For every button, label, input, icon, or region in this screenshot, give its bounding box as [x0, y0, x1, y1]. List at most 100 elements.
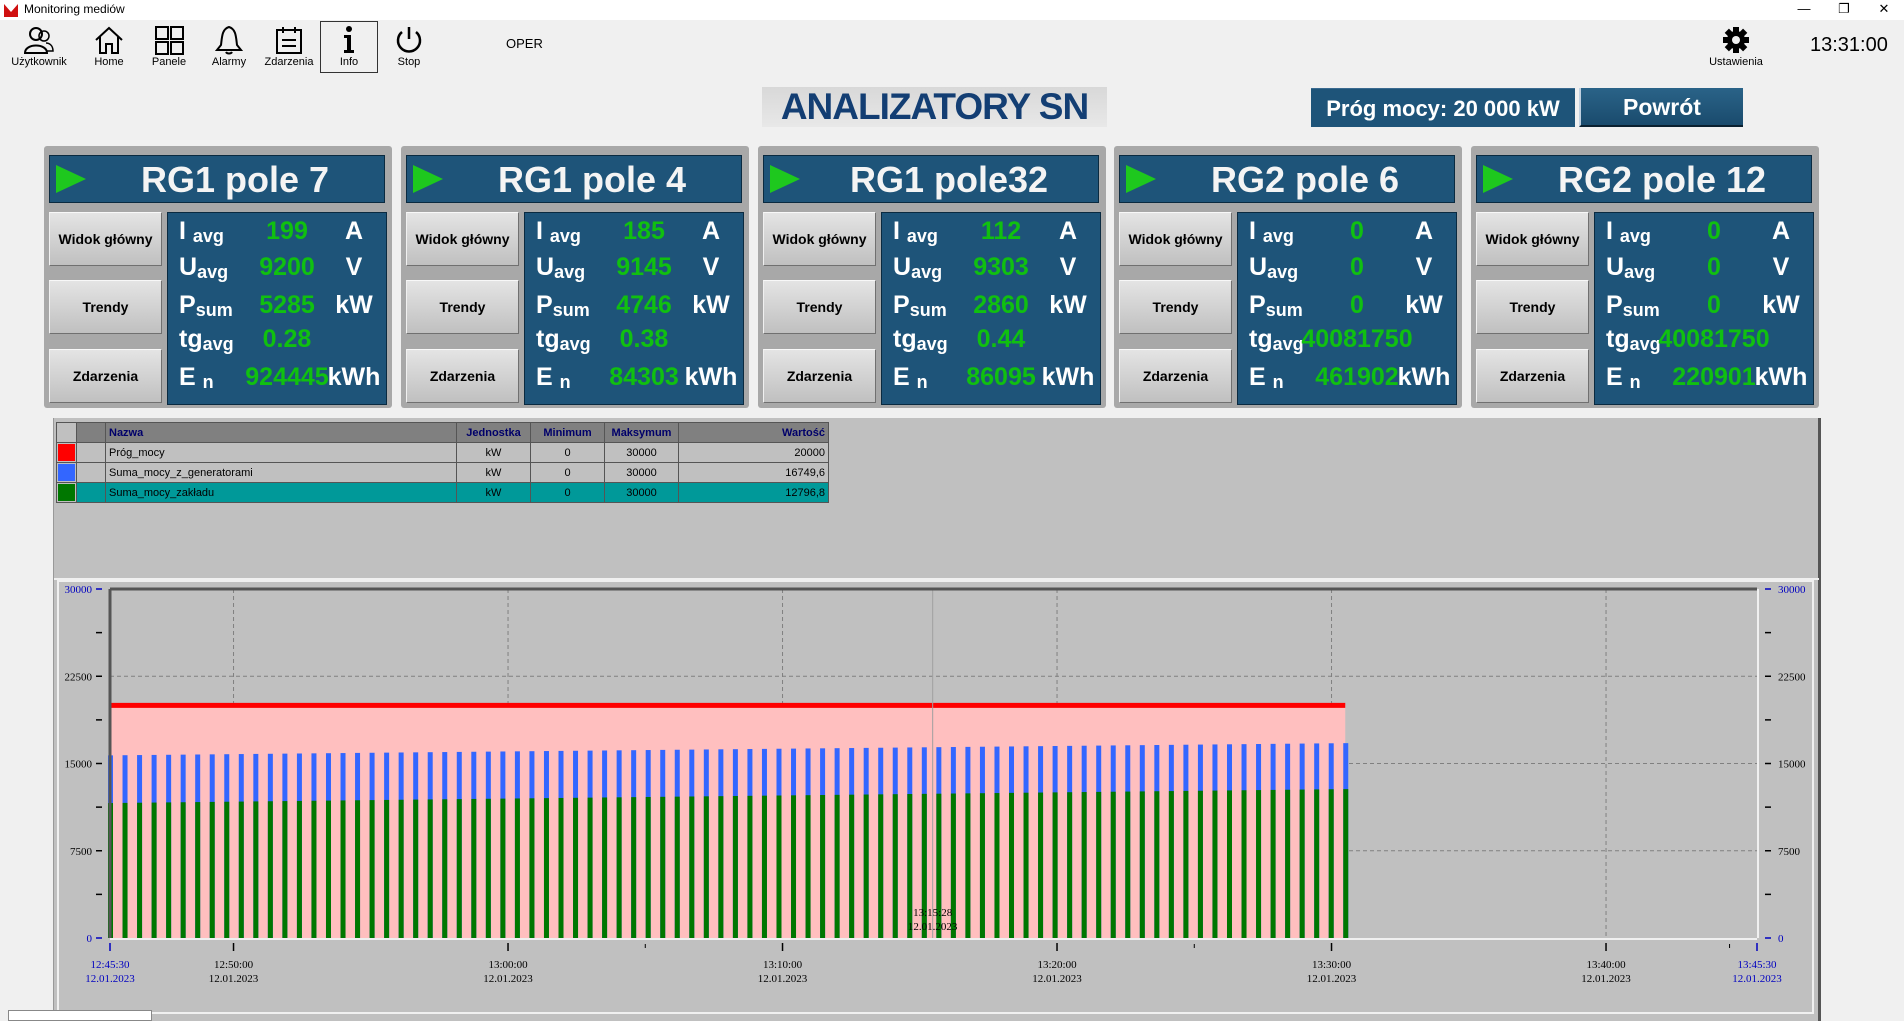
bar-plant-power	[863, 794, 869, 938]
events-button[interactable]: Zdarzenia	[1119, 349, 1232, 403]
current-unit: A	[701, 217, 721, 245]
restore-button[interactable]: ❐	[1824, 0, 1864, 20]
legend-header-unit: Jednostka	[456, 422, 531, 443]
tg-row: tgavg 40081750	[1238, 325, 1458, 361]
current-label: I avg	[893, 217, 938, 246]
power-label: Psum	[536, 291, 590, 320]
trends-button[interactable]: Trendy	[763, 280, 876, 334]
alarms-label: Alarmy	[211, 56, 247, 68]
bar-plant-power	[616, 797, 622, 938]
energy-label: E n	[1606, 363, 1641, 392]
bar-plant-power	[209, 801, 215, 938]
trends-button[interactable]: Trendy	[406, 280, 519, 334]
bar-plant-power	[834, 794, 840, 938]
panels-label: Panele	[151, 56, 187, 68]
main-view-button[interactable]: Widok główny	[406, 212, 519, 266]
bar-plant-power	[1212, 790, 1218, 938]
panel-title: RG1 pole 7	[140, 159, 330, 200]
bar-plant-power	[776, 795, 782, 938]
legend-row[interactable]: Suma_mocy_zakładu kW 0 30000 12796,8	[56, 482, 829, 503]
bar-plant-power	[529, 798, 535, 938]
events-button[interactable]: Zdarzenia	[260, 21, 318, 73]
bar-plant-power	[296, 800, 302, 938]
bar-plant-power	[1197, 790, 1203, 938]
main-view-button[interactable]: Widok główny	[1476, 212, 1589, 266]
info-label: Info	[339, 56, 359, 68]
play-status-icon	[1126, 165, 1156, 193]
settings-button[interactable]: Ustawienia	[1705, 21, 1767, 73]
voltage-unit: V	[345, 253, 363, 281]
legend-row[interactable]: Suma_mocy_z_generatorami kW 0 30000 1674…	[56, 462, 829, 483]
bar-plant-power	[398, 799, 404, 938]
bar-plant-power	[1154, 791, 1160, 938]
bar-plant-power	[1081, 792, 1087, 938]
minimized-window-tab[interactable]	[8, 1010, 152, 1021]
bar-plant-power	[355, 800, 361, 938]
legend-cell-unit: kW	[456, 482, 531, 503]
y-tick-label-left: 22500	[65, 671, 93, 683]
bar-plant-power	[1314, 789, 1320, 938]
voltage-unit: V	[1772, 253, 1790, 281]
legend-swatch	[56, 442, 77, 463]
events-button[interactable]: Zdarzenia	[763, 349, 876, 403]
bar-plant-power	[442, 799, 448, 938]
trends-button[interactable]: Trendy	[1119, 280, 1232, 334]
events-button[interactable]: Zdarzenia	[406, 349, 519, 403]
bar-plant-power	[1226, 790, 1232, 938]
trends-button[interactable]: Trendy	[1476, 280, 1589, 334]
legend-row[interactable]: Próg_mocy kW 0 30000 20000	[56, 442, 829, 463]
bar-plant-power	[602, 797, 608, 938]
bar-plant-power	[1285, 789, 1291, 938]
stop-button[interactable]: Stop	[380, 21, 438, 73]
analyzer-panel: RG1 pole 7 Widok główny Trendy Zdarzenia…	[44, 146, 392, 408]
events-button[interactable]: Zdarzenia	[1476, 349, 1589, 403]
bar-plant-power	[587, 797, 593, 938]
bar-plant-power	[747, 795, 753, 938]
main-view-button[interactable]: Widok główny	[49, 212, 162, 266]
trends-button[interactable]: Trendy	[49, 280, 162, 334]
energy-row: E n 924445 kWh	[168, 363, 388, 399]
power-icon	[396, 27, 422, 53]
bar-plant-power	[500, 798, 506, 938]
alarms-button[interactable]: Alarmy	[200, 21, 258, 73]
panels-icon	[155, 26, 184, 55]
tg-value: 0.44	[976, 325, 1026, 353]
bar-plant-power	[369, 800, 375, 938]
energy-label: E n	[536, 363, 571, 392]
back-button[interactable]: Powrót	[1579, 88, 1743, 127]
legend-cell-name: Suma_mocy_z_generatorami	[105, 462, 457, 483]
panel-title: RG1 pole 4	[497, 159, 687, 200]
current-row: I avg 199 A	[168, 217, 388, 253]
home-button[interactable]: Home	[80, 21, 138, 73]
bar-plant-power	[1038, 792, 1044, 938]
y-tick-label-left: 0	[87, 933, 93, 945]
bar-plant-power	[427, 799, 433, 938]
tg-value: 40081750	[1301, 325, 1413, 353]
close-button[interactable]: ✕	[1864, 0, 1904, 20]
info-button[interactable]: Info	[320, 21, 378, 73]
page-title: ANALIZATORY SN	[762, 87, 1107, 127]
power-row: Psum 4746 kW	[525, 291, 745, 327]
user-button[interactable]: Użytkownik	[10, 21, 68, 73]
energy-unit: kWh	[1754, 363, 1808, 391]
bar-plant-power	[878, 794, 884, 938]
voltage-row: Uavg 9200 V	[168, 253, 388, 289]
bar-plant-power	[660, 796, 666, 938]
panels-button[interactable]: Panele	[140, 21, 198, 73]
voltage-row: Uavg 0 V	[1238, 253, 1458, 289]
legend-cell-value: 20000	[678, 442, 829, 463]
legend-cell-min: 0	[530, 442, 605, 463]
x-tick-label-time: 13:10:00	[763, 959, 803, 971]
events-button[interactable]: Zdarzenia	[49, 349, 162, 403]
main-view-button[interactable]: Widok główny	[1119, 212, 1232, 266]
events-label: Zdarzenia	[264, 56, 314, 68]
legend-header-row: Nazwa Jednostka Minimum Maksymum Wartość	[56, 422, 829, 443]
power-label: Psum	[893, 291, 947, 320]
main-view-button[interactable]: Widok główny	[763, 212, 876, 266]
measurements-box: I avg 0 A Uavg 0 V Psum 0 kW tgavg 40081…	[1594, 212, 1814, 405]
bar-plant-power	[471, 798, 477, 938]
minimize-button[interactable]: —	[1784, 0, 1824, 20]
bar-plant-power	[340, 800, 346, 938]
measurements-box: I avg 0 A Uavg 0 V Psum 0 kW tgavg 40081…	[1237, 212, 1457, 405]
bar-plant-power	[180, 802, 186, 938]
